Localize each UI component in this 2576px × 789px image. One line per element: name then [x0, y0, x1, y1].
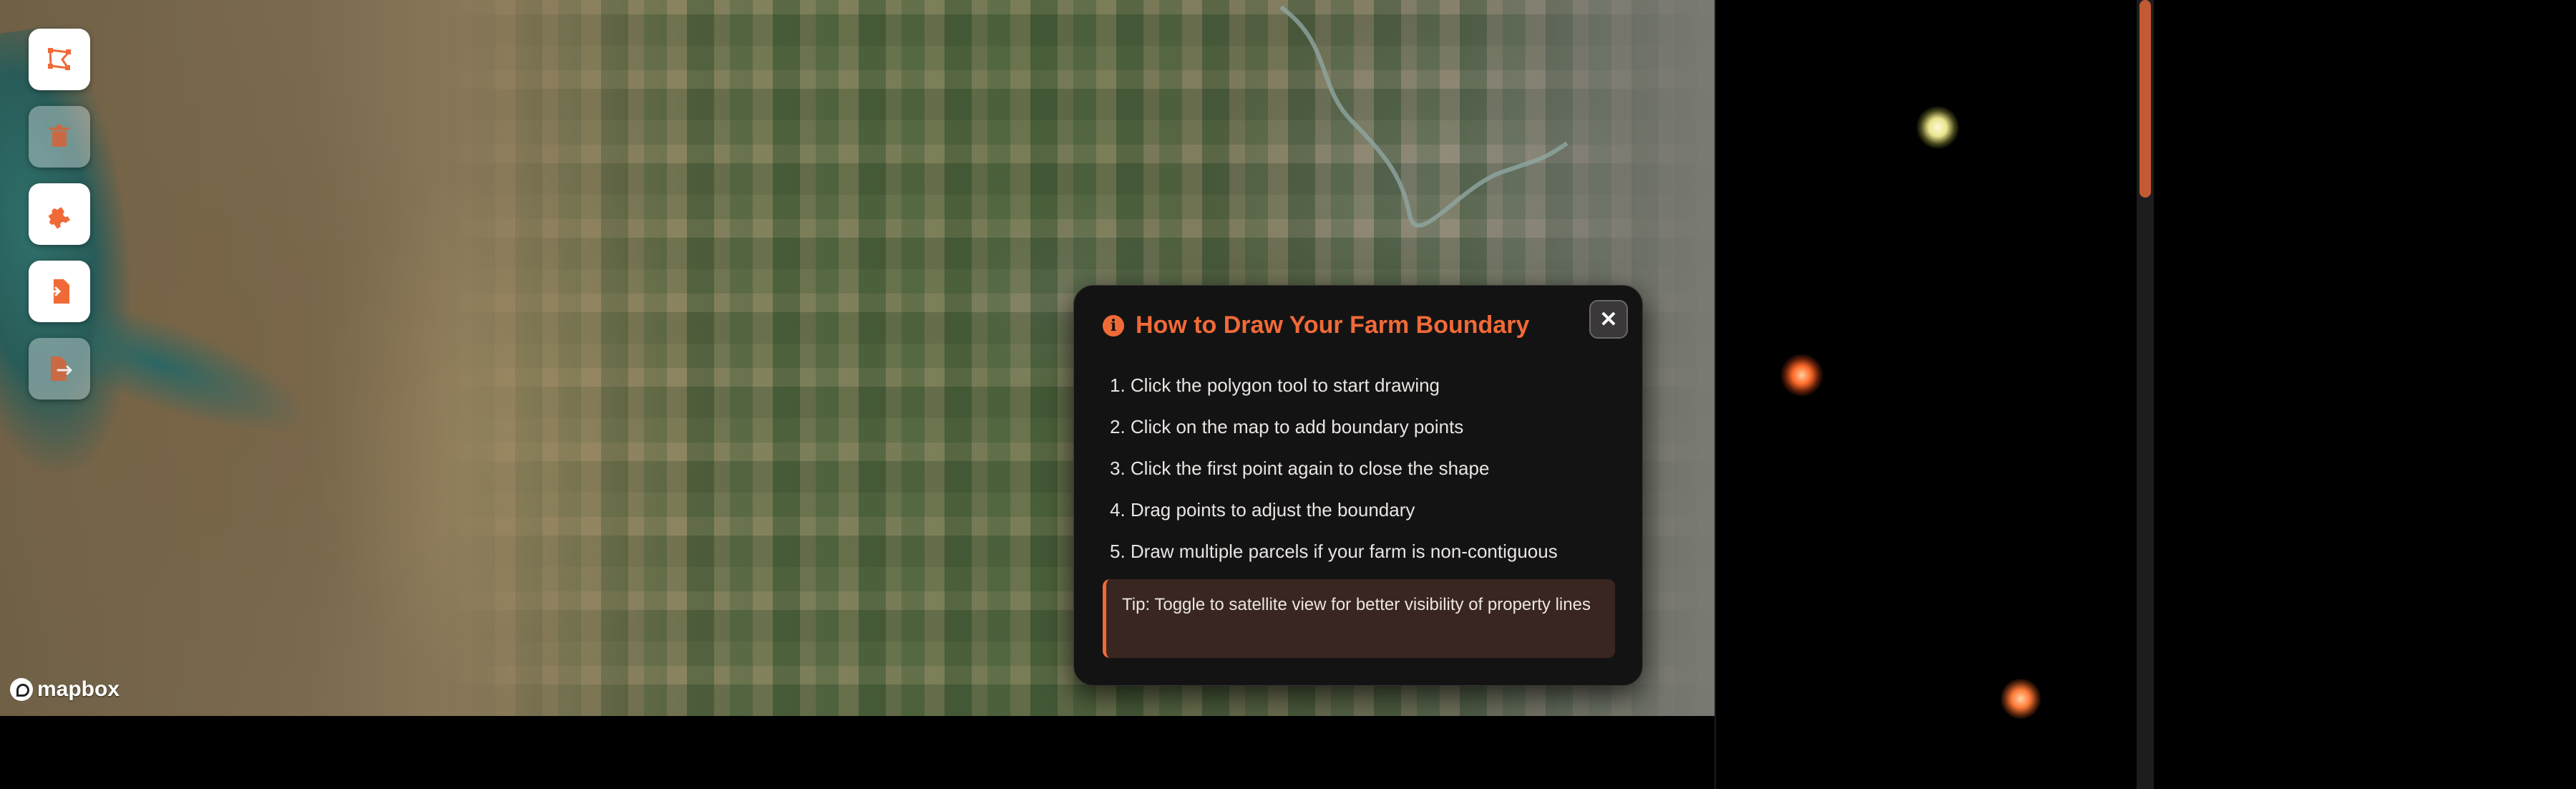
polygon-tool-button[interactable] — [29, 29, 90, 90]
glow-particle-orange — [1780, 354, 1823, 397]
mapbox-logo[interactable]: mapbox — [10, 677, 119, 702]
scrollbar-thumb[interactable] — [2140, 0, 2151, 198]
glow-particle-orange-small — [2001, 679, 2041, 719]
trash-icon — [50, 125, 69, 147]
list-item: 3. Click the first point again to close … — [1110, 458, 1490, 479]
import-tool-button[interactable] — [29, 261, 90, 322]
glow-particle-yellow — [1916, 106, 1959, 149]
list-item: 4. Drag points to adjust the boundary — [1110, 499, 1415, 521]
combine-tool-button[interactable] — [29, 183, 90, 245]
export-tool-button[interactable] — [29, 338, 90, 400]
polygon-draw-icon — [48, 48, 71, 70]
mapbox-logo-icon — [10, 678, 33, 701]
close-button[interactable]: ✕ — [1589, 300, 1628, 339]
help-dialog: i How to Draw Your Farm Boundary ✕ 1. Cl… — [1073, 285, 1643, 686]
info-icon: i — [1103, 314, 1124, 337]
file-import-icon — [47, 279, 69, 304]
tip-box: Tip: Toggle to satellite view for better… — [1103, 579, 1615, 658]
list-item: 1. Click the polygon tool to start drawi… — [1110, 374, 1440, 396]
file-export-icon — [51, 357, 73, 381]
list-item: 5. Draw multiple parcels if your farm is… — [1110, 541, 1558, 562]
puzzle-icon — [48, 207, 71, 229]
dialog-header: i How to Draw Your Farm Boundary — [1103, 311, 1529, 339]
list-item: 2. Click on the map to add boundary poin… — [1110, 416, 1464, 437]
delete-tool-button[interactable] — [29, 106, 90, 168]
drawing-toolbar — [29, 29, 90, 400]
mapbox-logo-text: mapbox — [37, 677, 120, 701]
panel-divider — [1714, 0, 1716, 789]
instruction-list: 1. Click the polygon tool to start drawi… — [1110, 364, 1558, 572]
close-icon: ✕ — [1599, 307, 1618, 331]
dialog-title: How to Draw Your Farm Boundary — [1136, 311, 1530, 339]
river-line — [1279, 5, 1568, 228]
